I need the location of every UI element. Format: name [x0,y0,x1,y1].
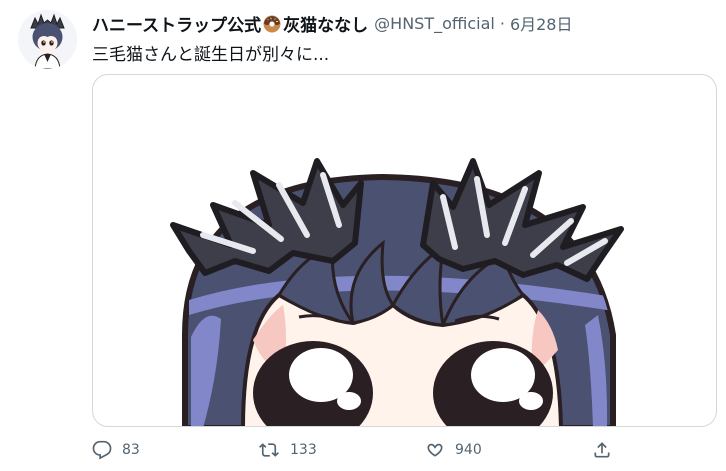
tweet-header: ハニーストラップ公式 灰猫ななし @HNST_official · 6月28日 [92,10,572,36]
avatar[interactable] [18,10,77,69]
share-icon [592,440,612,460]
donut-icon [262,14,282,34]
heart-icon [425,440,445,460]
reply-icon [92,440,112,460]
retweet-button[interactable]: 133 [258,433,317,467]
share-button[interactable] [592,433,612,467]
media-image [170,158,624,426]
display-name-text: ハニーストラップ公式 [92,15,262,36]
reply-count: 83 [122,442,140,458]
retweet-icon [258,440,280,460]
avatar-image [18,10,77,69]
tweet-media[interactable] [92,74,717,427]
like-button[interactable]: 940 [425,433,482,467]
like-count: 940 [455,442,482,458]
display-name[interactable]: ハニーストラップ公式 灰猫ななし [92,11,368,36]
tweet-text: 三毛猫さんと誕生日が別々に... [92,45,330,65]
display-name-suffix: 灰猫ななし [283,15,369,36]
separator-dot: · [499,13,505,33]
reply-button[interactable]: 83 [92,433,140,467]
retweet-count: 133 [290,442,317,458]
tweet-actions: 83 133 940 [92,433,717,467]
user-handle[interactable]: @HNST_official [374,14,495,33]
tweet-date[interactable]: 6月28日 [510,11,573,35]
tweet[interactable]: ハニーストラップ公式 灰猫ななし @HNST_official · 6月28日 三… [0,0,726,471]
